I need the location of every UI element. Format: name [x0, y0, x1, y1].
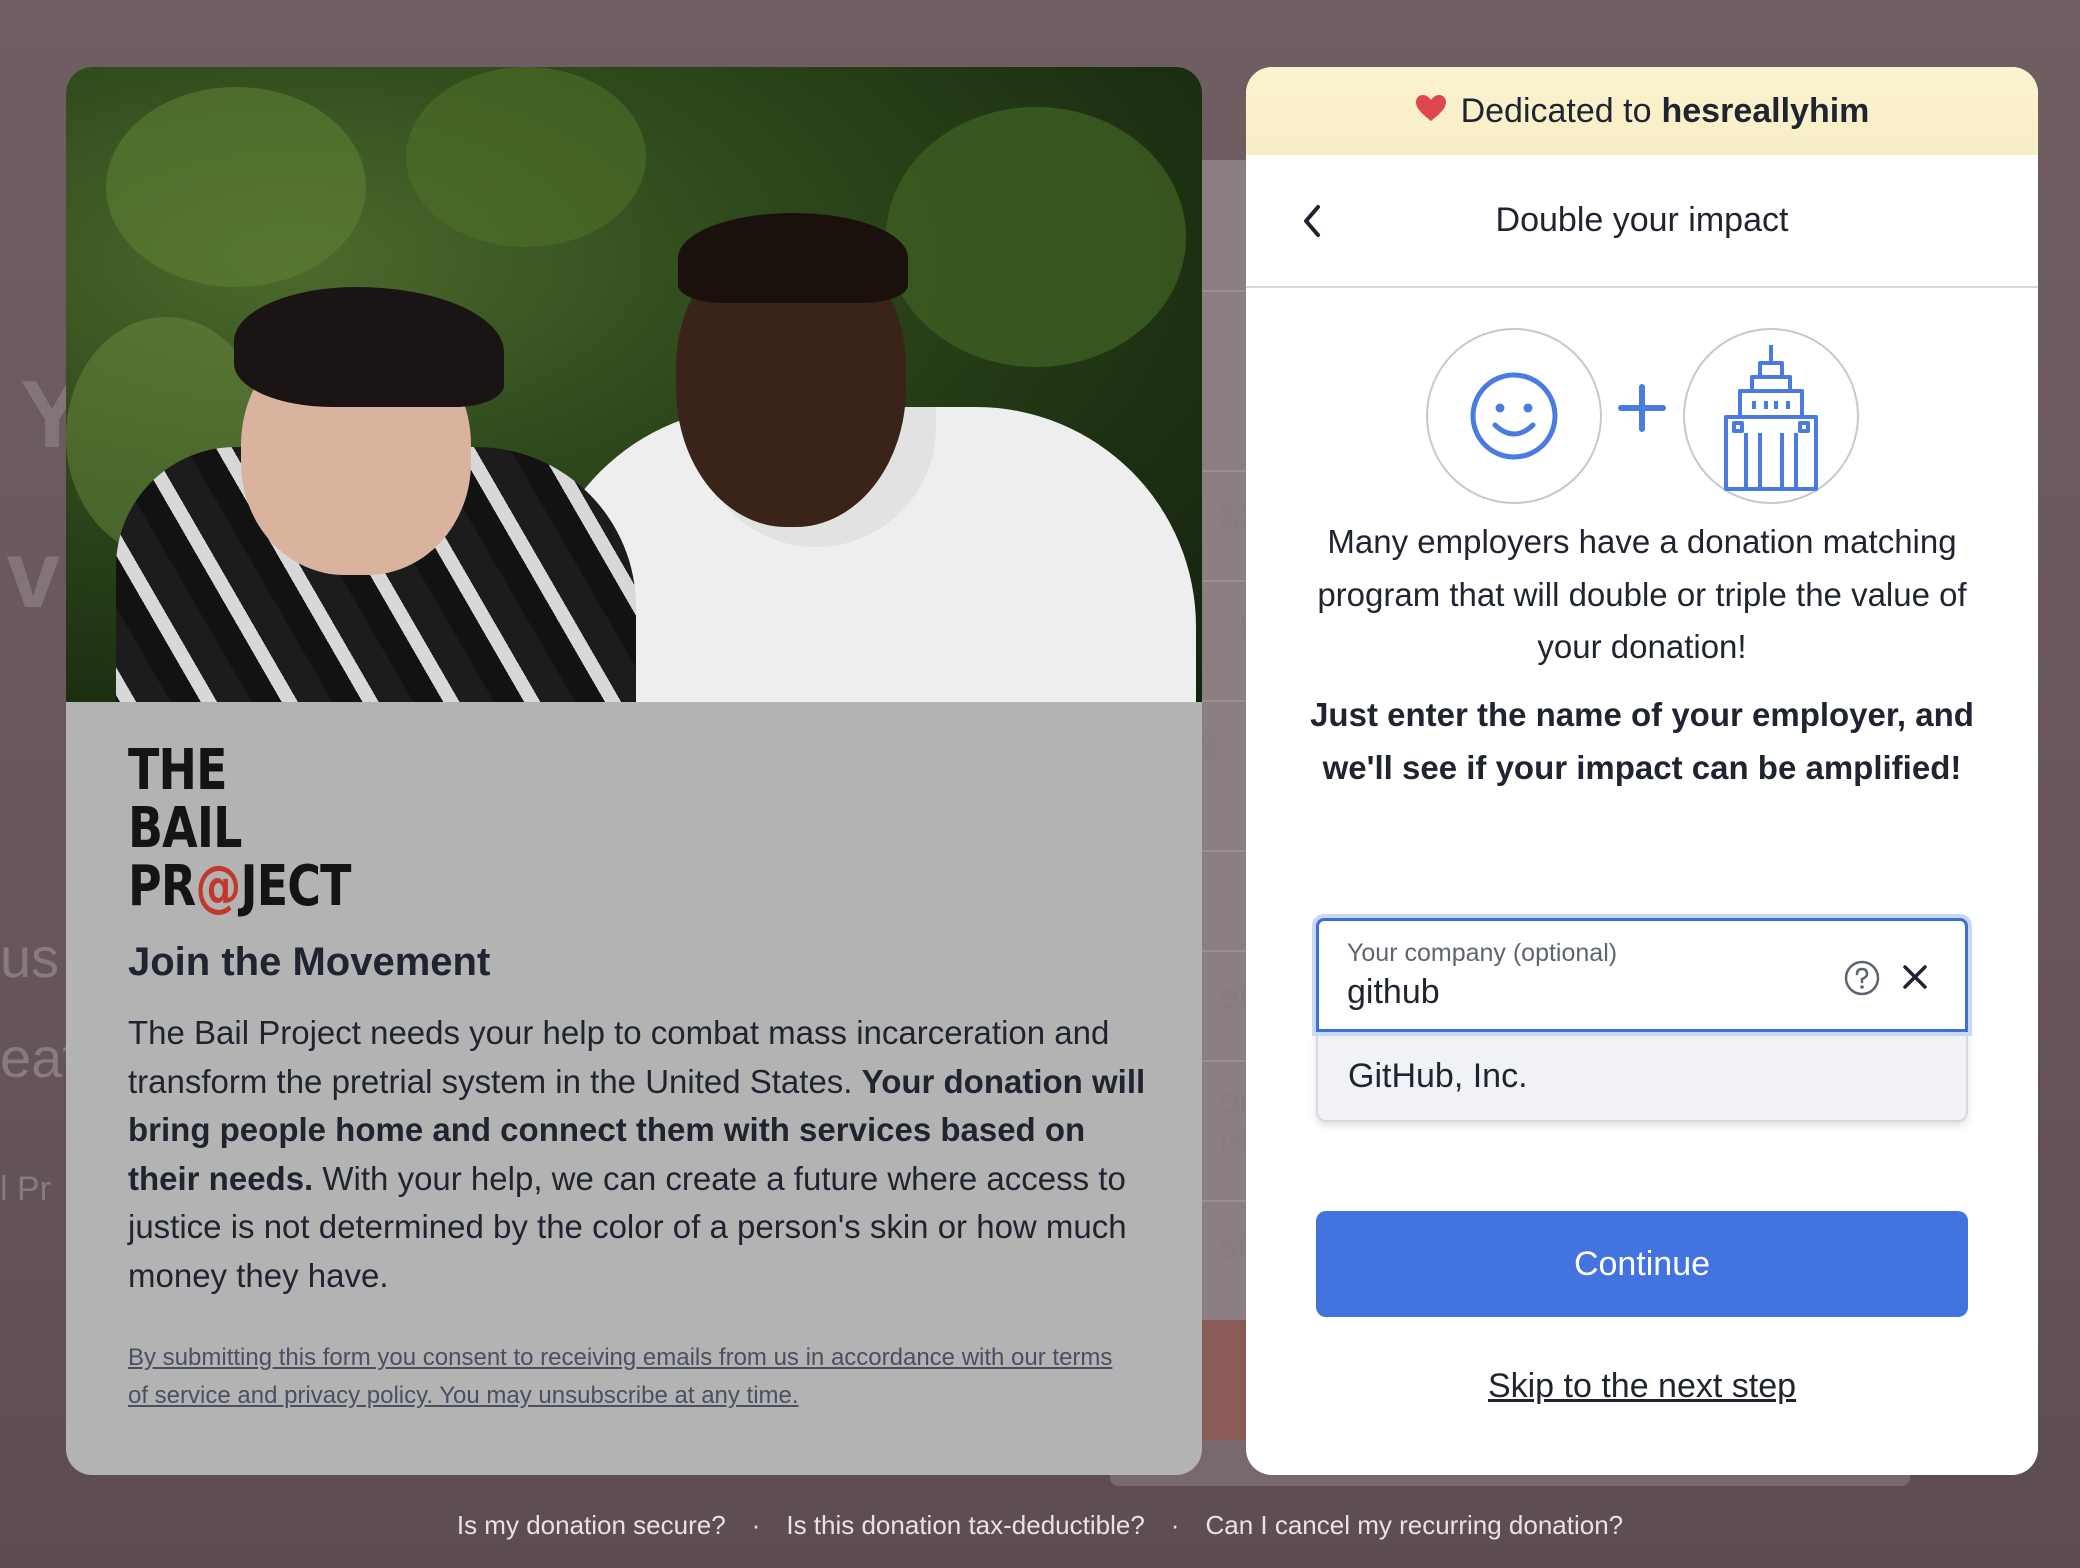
match-illustration: [1246, 328, 2038, 568]
company-field[interactable]: Your company (optional): [1316, 918, 1968, 1032]
bail-project-logo: THE BAIL PR@JECT: [128, 738, 352, 916]
building-circle: [1683, 328, 1859, 504]
modal-title: Double your impact: [1495, 201, 1789, 239]
smiley-circle: [1426, 328, 1602, 504]
faq-link-secure[interactable]: Is my donation secure?: [457, 1510, 726, 1540]
bg-headline-fragment-2: iv: [0, 521, 61, 628]
skip-link[interactable]: Skip to the next step: [1246, 1367, 2038, 1406]
bg-side-fragment-3: l Pr: [0, 1170, 51, 1208]
faq-footer: Is my donation secure? · Is this donation …: [0, 1510, 2080, 1541]
campaign-photo: [66, 67, 1202, 702]
employer-match-modal: Dedicated to hesreallyhim Double your im…: [1246, 67, 2038, 1475]
campaign-title: Join the Movement: [128, 940, 491, 984]
heart-icon: [1415, 92, 1447, 131]
separator: ·: [751, 1510, 761, 1540]
dedication-banner: Dedicated to hesreallyhim: [1246, 67, 2038, 155]
close-icon[interactable]: [1895, 957, 1935, 997]
company-field-label: Your company (optional): [1347, 939, 1618, 967]
logo-mark: @: [195, 854, 241, 919]
faq-link-tax[interactable]: Is this donation tax-deductible?: [786, 1510, 1144, 1540]
modal-header: Double your impact: [1246, 155, 2038, 288]
logo-line-1: THE BAIL: [128, 738, 242, 861]
smiley-icon: [1470, 372, 1558, 460]
chevron-left-icon: [1304, 205, 1320, 237]
logo-text: PR: [128, 854, 196, 919]
person-hair: [234, 287, 504, 407]
foliage: [406, 67, 646, 247]
help-icon[interactable]: [1843, 959, 1881, 997]
person-hair: [678, 213, 908, 303]
campaign-card: THE BAIL PR@JECT Join the Movement The B…: [66, 67, 1202, 1475]
faq-link-cancel[interactable]: Can I cancel my recurring donation?: [1205, 1510, 1623, 1540]
dedication-prefix: Dedicated to: [1460, 91, 1652, 130]
building-icon: [1724, 345, 1818, 491]
continue-button[interactable]: Continue: [1316, 1211, 1968, 1317]
consent-link[interactable]: By submitting this form you consent to r…: [128, 1339, 1128, 1415]
match-instruction: Just enter the name of your employer, an…: [1310, 695, 1974, 786]
logo-text: JECT: [240, 854, 351, 919]
logo-line-2: PR@JECT: [128, 858, 352, 916]
back-button[interactable]: [1290, 199, 1334, 243]
company-field-group: Your company (optional) GitHub, Inc.: [1316, 918, 1968, 1122]
foliage: [106, 87, 366, 287]
bg-side-fragment: us: [0, 926, 60, 989]
company-suggestion[interactable]: GitHub, Inc.: [1316, 1032, 1968, 1122]
foliage: [886, 107, 1186, 367]
bg-form-text: $: [1200, 728, 1219, 766]
separator: ·: [1170, 1510, 1180, 1540]
company-input[interactable]: [1347, 973, 1787, 1012]
campaign-content: THE BAIL PR@JECT Join the Movement The B…: [128, 742, 1148, 1300]
dedication-name: hesreallyhim: [1661, 91, 1870, 130]
campaign-description: The Bail Project needs your help to comb…: [128, 1009, 1148, 1300]
plus-icon: [1612, 378, 1672, 438]
